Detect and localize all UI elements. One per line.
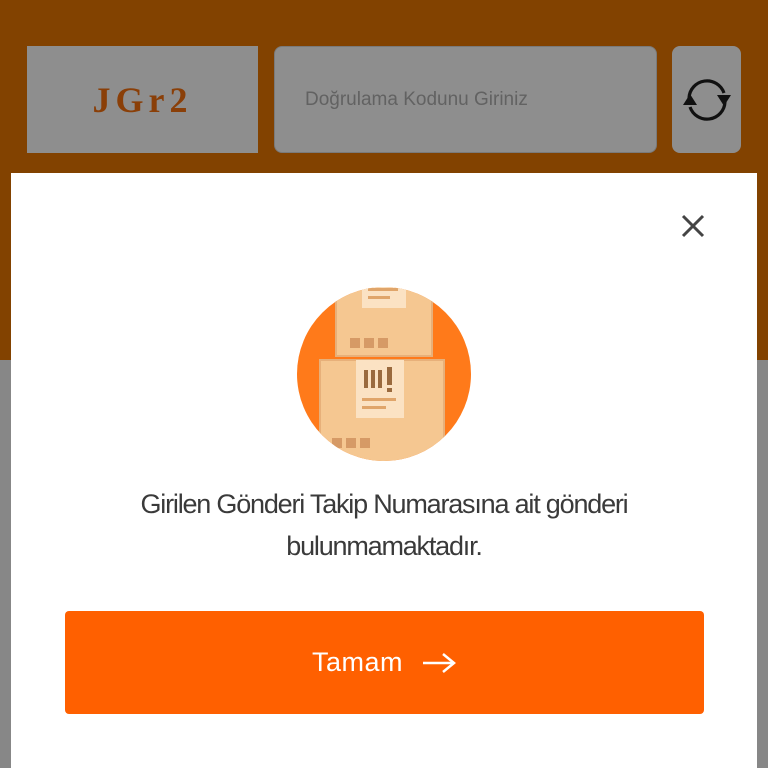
ok-button-label: Tamam xyxy=(311,647,403,677)
captcha-code: JGr2 xyxy=(92,79,193,120)
close-button[interactable] xyxy=(675,208,711,244)
close-icon xyxy=(681,214,705,238)
dialog: Girilen Gönderi Takip Numarasına ait gön… xyxy=(11,173,757,768)
ok-button[interactable]: Tamam xyxy=(65,611,704,714)
package-boxes-icon xyxy=(297,287,471,461)
captcha-input[interactable] xyxy=(274,46,657,153)
captcha-image: JGr2 xyxy=(27,46,258,153)
refresh-captcha-button[interactable] xyxy=(672,46,741,153)
refresh-icon xyxy=(682,78,731,121)
arrow-right-icon xyxy=(423,652,456,673)
dialog-message: Girilen Gönderi Takip Numarasına ait gön… xyxy=(140,489,629,561)
